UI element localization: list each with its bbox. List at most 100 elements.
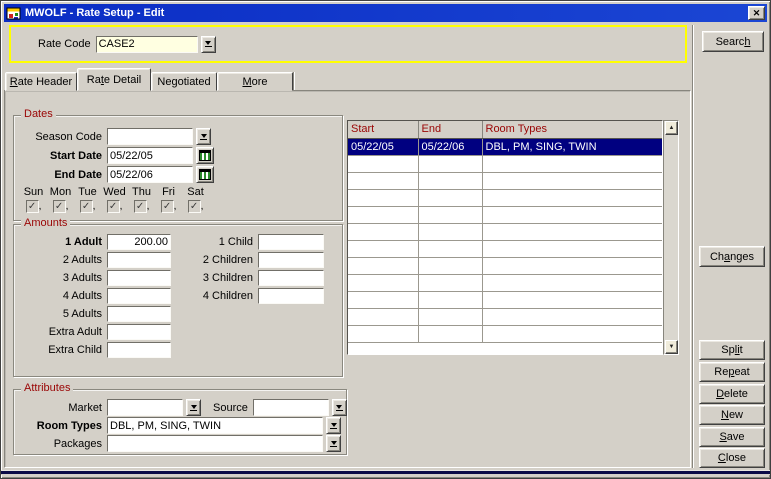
day-label-thu: Thu — [128, 186, 155, 198]
lov-bar-icon — [330, 428, 337, 429]
start-date-calendar-button[interactable] — [196, 147, 214, 164]
table-row[interactable] — [348, 308, 663, 325]
repeat-button[interactable]: Repeat — [699, 362, 765, 382]
close-icon[interactable]: ✕ — [748, 6, 765, 20]
table-row[interactable] — [348, 274, 663, 291]
packages-lov-button[interactable] — [326, 435, 341, 452]
day-checkbox-mon[interactable]: ✓ — [53, 200, 66, 213]
delete-button[interactable]: Delete — [699, 384, 765, 404]
changes-button[interactable]: Changes — [699, 246, 765, 267]
day-suffix: , — [174, 201, 177, 212]
rate-code-lov-button[interactable] — [201, 36, 216, 53]
source-lov-button[interactable] — [332, 399, 347, 416]
market-lov-button[interactable] — [186, 399, 201, 416]
tab-more[interactable]: More — [217, 72, 293, 91]
amount-3-adults-label: 3 Adults — [14, 272, 102, 284]
table-row[interactable] — [348, 257, 663, 274]
split-button[interactable]: Split — [699, 340, 765, 360]
start-date-label: Start Date — [14, 150, 102, 162]
amount-extra-child-label: Extra Child — [14, 344, 102, 356]
rate-code-frame: Rate Code — [9, 25, 687, 63]
start-date-input[interactable] — [107, 147, 193, 164]
packages-input[interactable] — [107, 435, 323, 452]
table-cell — [348, 223, 418, 240]
attributes-legend: Attributes — [21, 382, 73, 394]
day-checkbox-wed[interactable]: ✓ — [107, 200, 120, 213]
rate-setup-window: MWOLF - Rate Setup - Edit ✕ Rate Code Ra… — [0, 0, 771, 479]
day-checkbox-tue[interactable]: ✓ — [80, 200, 93, 213]
action-button-panel: Search Changes Split Repeat Delete New S… — [692, 25, 767, 468]
lov-arrow-icon — [336, 405, 342, 409]
packages-label: Packages — [14, 438, 102, 450]
table-row[interactable] — [348, 240, 663, 257]
table-cell — [418, 274, 482, 291]
table-row[interactable] — [348, 155, 663, 172]
amount-1-child-input[interactable] — [258, 234, 324, 250]
table-cell — [418, 325, 482, 342]
table-cell — [482, 257, 663, 274]
market-input[interactable] — [107, 399, 183, 416]
amount-4-children-input[interactable] — [258, 288, 324, 304]
amount-2-children-input[interactable] — [258, 252, 324, 268]
table-cell — [348, 257, 418, 274]
tab-negotiated[interactable]: Negotiated — [151, 72, 217, 91]
table-cell — [418, 257, 482, 274]
lov-bar-icon — [200, 139, 207, 140]
tab-label: More — [242, 76, 267, 88]
day-suffix: , — [39, 201, 42, 212]
lov-arrow-icon — [331, 423, 337, 427]
table-row-selected[interactable]: 05/22/05 05/22/06 DBL, PM, SING, TWIN — [348, 138, 663, 155]
table-row[interactable] — [348, 172, 663, 189]
end-date-calendar-button[interactable] — [196, 166, 214, 183]
table-cell — [482, 223, 663, 240]
table-row[interactable] — [348, 291, 663, 308]
amount-5-adults-label: 5 Adults — [14, 308, 102, 320]
table-cell — [418, 240, 482, 257]
season-code-lov-button[interactable] — [196, 128, 211, 145]
day-suffix: , — [147, 201, 150, 212]
table-cell — [418, 223, 482, 240]
room-types-input[interactable] — [107, 417, 323, 434]
tab-label: Negotiated — [157, 76, 210, 88]
table-row[interactable] — [348, 206, 663, 223]
day-checkbox-sun[interactable]: ✓ — [26, 200, 39, 213]
lov-arrow-icon — [191, 405, 197, 409]
amount-extra-adult-input[interactable] — [107, 324, 171, 340]
attributes-group: Attributes Market Source Room Types — [13, 389, 347, 455]
tab-rate-detail[interactable]: Rate Detail — [77, 68, 151, 91]
amount-5-adults-input[interactable] — [107, 306, 171, 322]
day-label-tue: Tue — [74, 186, 101, 198]
table-cell — [348, 155, 418, 172]
amount-2-children-label: 2 Children — [144, 254, 253, 266]
day-checkbox-fri[interactable]: ✓ — [161, 200, 174, 213]
table-row[interactable] — [348, 189, 663, 206]
scroll-down-icon[interactable]: ▼ — [665, 340, 678, 354]
day-checkbox-sat[interactable]: ✓ — [188, 200, 201, 213]
rate-code-input[interactable] — [96, 36, 198, 53]
amount-3-children-input[interactable] — [258, 270, 324, 286]
table-cell — [482, 274, 663, 291]
table-cell — [348, 325, 418, 342]
tab-rate-header[interactable]: Rate Header — [5, 72, 77, 91]
table-cell — [482, 172, 663, 189]
end-date-input[interactable] — [107, 166, 193, 183]
amount-extra-child-input[interactable] — [107, 342, 171, 358]
table-cell — [418, 291, 482, 308]
day-suffix: , — [66, 201, 69, 212]
tab-label: Rate Detail — [87, 74, 141, 86]
cell-start: 05/22/05 — [348, 138, 418, 155]
room-types-lov-button[interactable] — [326, 417, 341, 434]
table-row[interactable] — [348, 223, 663, 240]
amount-extra-adult-label: Extra Adult — [14, 326, 102, 338]
scroll-up-icon[interactable]: ▲ — [665, 121, 678, 135]
day-checkbox-thu[interactable]: ✓ — [134, 200, 147, 213]
new-button[interactable]: New — [699, 405, 765, 425]
save-button[interactable]: Save — [699, 427, 765, 447]
grid-scrollbar[interactable]: ▲ ▼ — [663, 120, 679, 355]
search-button[interactable]: Search — [702, 31, 764, 52]
table-cell — [418, 189, 482, 206]
table-row[interactable] — [348, 325, 663, 342]
source-input[interactable] — [253, 399, 329, 416]
close-button[interactable]: Close — [699, 448, 765, 468]
season-code-input[interactable] — [107, 128, 193, 145]
